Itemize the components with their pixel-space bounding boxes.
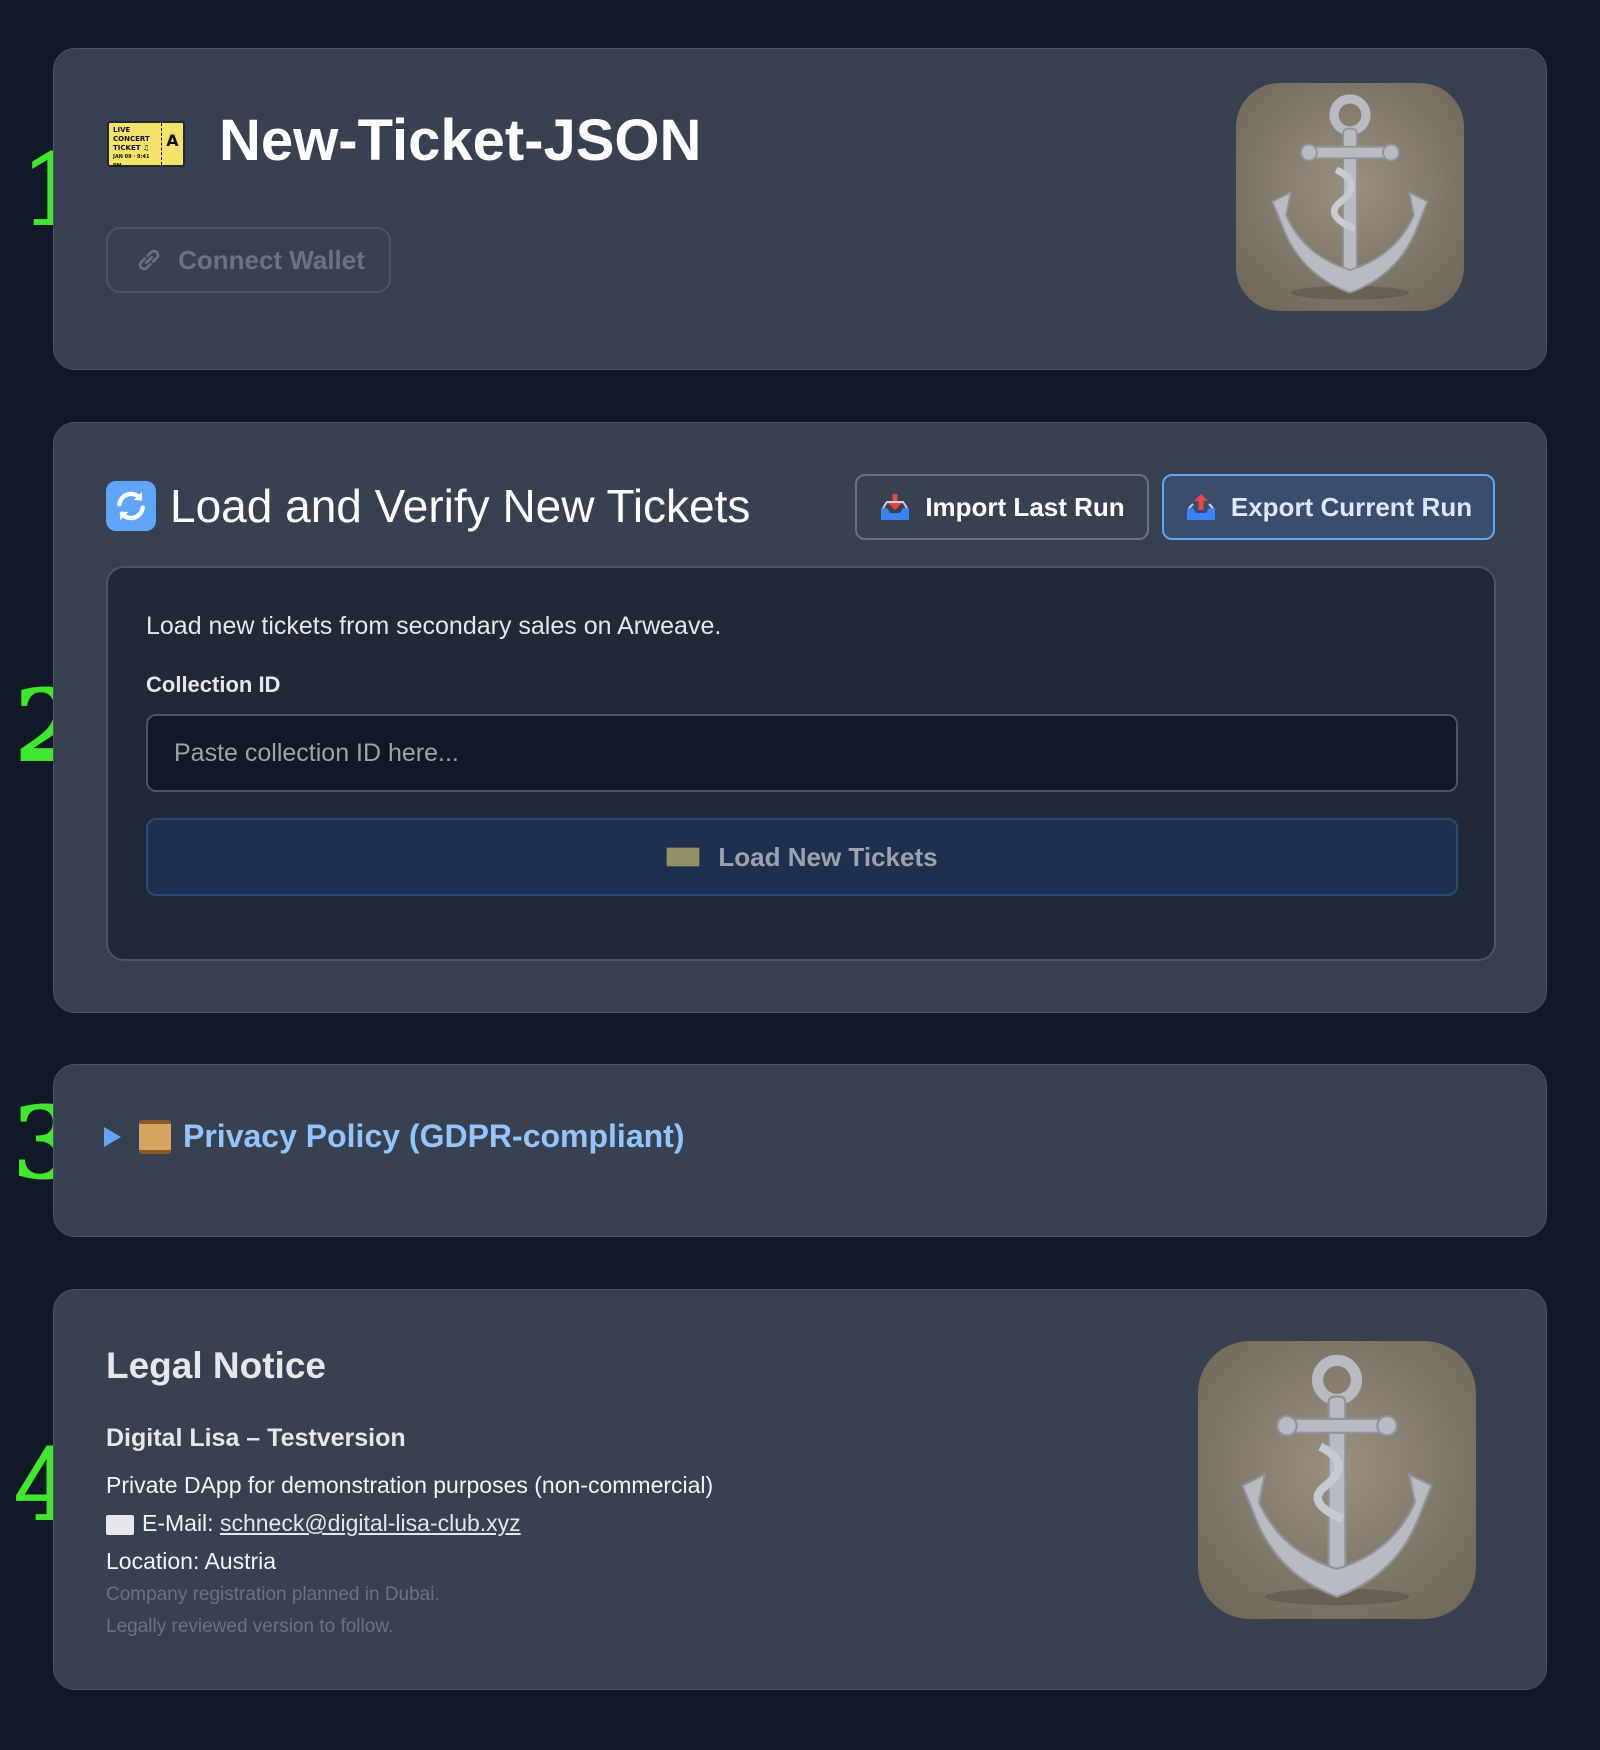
legal-note-review: Legally reviewed version to follow. bbox=[106, 1616, 394, 1637]
disclosure-triangle-icon bbox=[104, 1126, 121, 1147]
email-link[interactable]: schneck@digital-lisa-club.xyz bbox=[220, 1510, 521, 1536]
legal-notice-title: Legal Notice bbox=[106, 1345, 326, 1386]
ticket-icon bbox=[666, 847, 701, 867]
scroll-icon bbox=[139, 1119, 171, 1154]
loader-panel: Load new tickets from secondary sales on… bbox=[106, 566, 1496, 961]
header-card: LIVE CONCERT TICKET ♫ JAN 09 · 9:41 PM A… bbox=[53, 48, 1547, 370]
import-last-run-button[interactable]: Import Last Run bbox=[855, 474, 1149, 540]
load-new-tickets-label: Load New Tickets bbox=[718, 841, 938, 872]
export-current-run-button[interactable]: Export Current Run bbox=[1162, 474, 1495, 540]
privacy-policy-label: Privacy Policy (GDPR-compliant) bbox=[183, 1118, 685, 1154]
privacy-card: Privacy Policy (GDPR-compliant) bbox=[53, 1064, 1547, 1237]
sync-icon bbox=[106, 481, 156, 531]
connect-wallet-label: Connect Wallet bbox=[178, 244, 365, 275]
collection-id-input[interactable] bbox=[146, 714, 1458, 792]
import-last-run-label: Import Last Run bbox=[925, 491, 1125, 522]
app-title: New-Ticket-JSON bbox=[219, 108, 702, 173]
privacy-policy-toggle[interactable]: Privacy Policy (GDPR-compliant) bbox=[104, 1118, 684, 1155]
legal-location: Location: Austria bbox=[106, 1548, 277, 1574]
section-title: Load and Verify New Tickets bbox=[106, 479, 750, 533]
collection-id-label: Collection ID bbox=[146, 672, 281, 697]
section-title-text: Load and Verify New Tickets bbox=[170, 480, 751, 532]
link-icon bbox=[138, 249, 160, 271]
inbox-tray-icon bbox=[879, 492, 911, 522]
email-label: E-Mail: bbox=[142, 1510, 220, 1536]
connect-wallet-button[interactable]: Connect Wallet bbox=[106, 227, 391, 293]
legal-email-line: E-Mail: schneck@digital-lisa-club.xyz bbox=[106, 1510, 521, 1537]
legal-entity-name: Digital Lisa – Testversion bbox=[106, 1424, 406, 1452]
email-icon bbox=[106, 1514, 134, 1535]
anchor-logo-icon bbox=[1198, 1341, 1476, 1619]
loader-description: Load new tickets from secondary sales on… bbox=[146, 612, 722, 640]
load-verify-card: Load and Verify New Tickets Import Last … bbox=[53, 422, 1547, 1013]
legal-notice-card: Legal Notice Digital Lisa – Testversion … bbox=[53, 1289, 1547, 1690]
legal-purpose: Private DApp for demonstration purposes … bbox=[106, 1472, 714, 1498]
anchor-logo-icon bbox=[1236, 83, 1464, 311]
export-current-run-label: Export Current Run bbox=[1230, 491, 1473, 522]
load-new-tickets-button[interactable]: Load New Tickets bbox=[146, 818, 1458, 896]
outbox-tray-icon bbox=[1185, 492, 1217, 522]
legal-note-registration: Company registration planned in Dubai. bbox=[106, 1584, 440, 1605]
ticket-icon: LIVE CONCERT TICKET ♫ JAN 09 · 9:41 PM A bbox=[107, 121, 185, 169]
